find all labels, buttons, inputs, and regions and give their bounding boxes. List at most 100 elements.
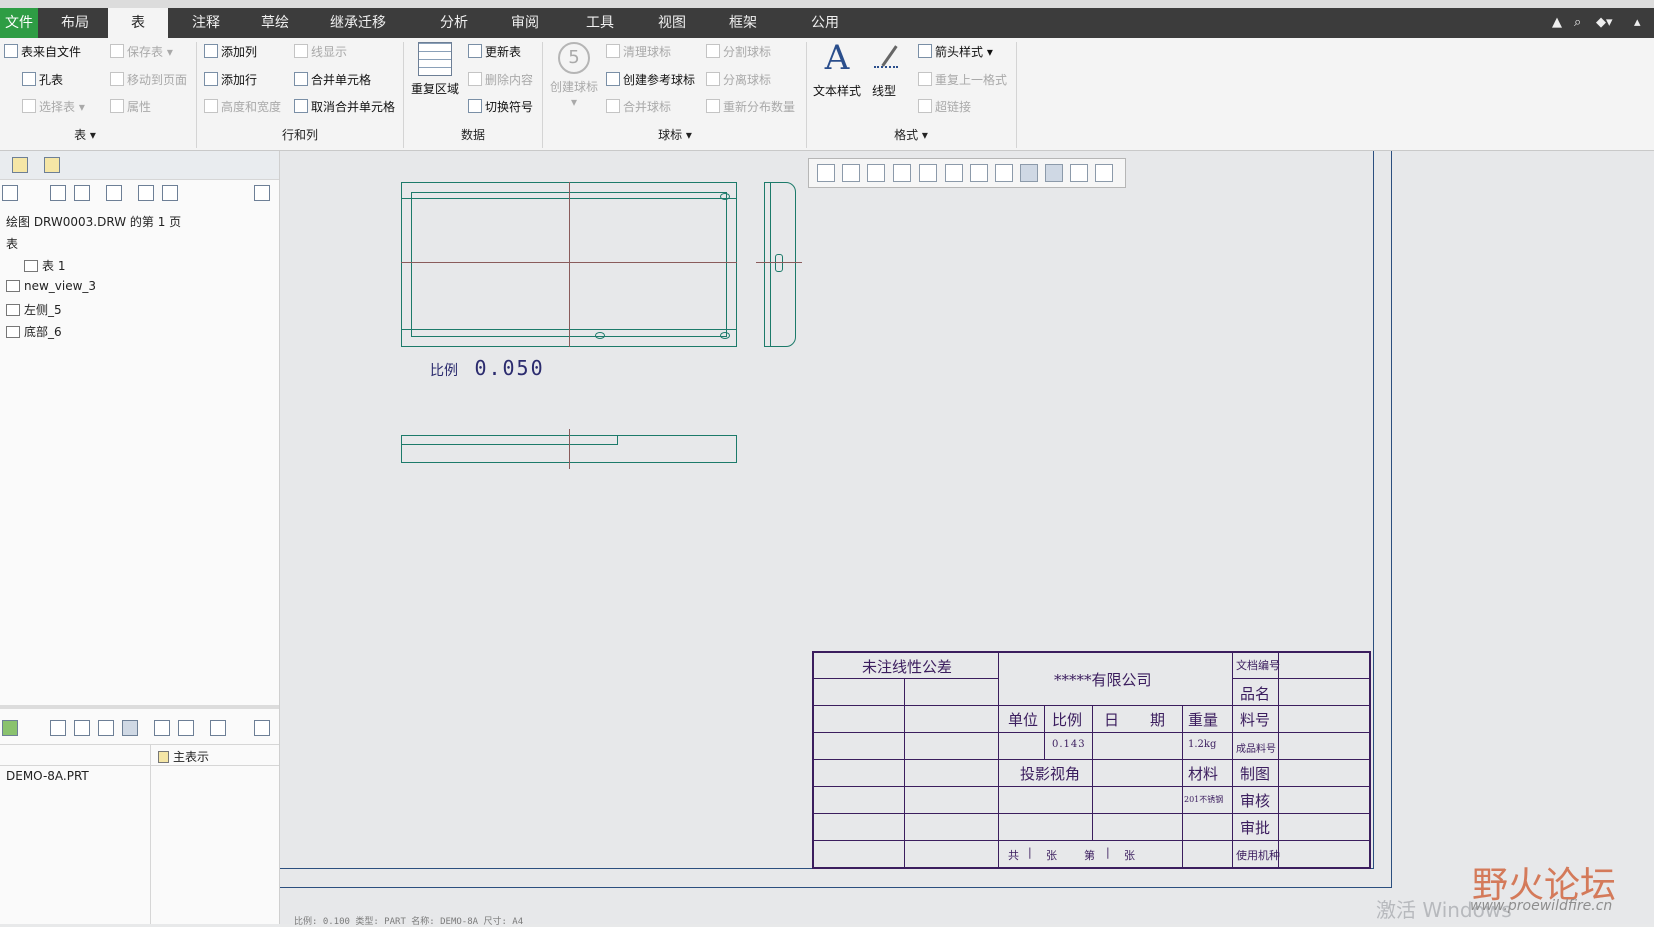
tree-item-tables[interactable]: 表	[6, 235, 18, 252]
forum-url: www.proewildfire.cn	[1470, 898, 1613, 914]
collapse-tree-icon[interactable]	[98, 720, 114, 736]
height-width-button[interactable]: 高度和宽度	[204, 97, 281, 117]
model-tree-item[interactable]: DEMO-8A.PRT	[6, 769, 89, 783]
group-label-balloon[interactable]: 球标 ▾	[650, 126, 700, 143]
model-column-header[interactable]: 主表示	[158, 748, 209, 765]
divider	[0, 744, 279, 745]
merge-balloons-icon	[606, 99, 620, 113]
tab-legacy-migration[interactable]: 继承迁移	[318, 8, 398, 38]
ribbon-tab-bar: 文件 布局 表 注释 草绘 继承迁移 分析 审阅 工具 视图 框架 公用 ▲ ⌕…	[0, 8, 1654, 38]
layers-icon[interactable]	[210, 720, 226, 736]
split-balloon-button[interactable]: 分割球标	[706, 42, 771, 62]
select-table-button[interactable]: 选择表 ▾	[22, 97, 85, 117]
repeat-region-icon	[418, 42, 452, 76]
table-view-icon[interactable]	[178, 720, 194, 736]
save-table-button[interactable]: 保存表 ▾	[110, 42, 173, 62]
drawing-tree-root[interactable]: 绘图 DRW0003.DRW 的第 1 页	[6, 213, 181, 230]
tree-item-left-5[interactable]: 左侧_5	[6, 301, 62, 318]
collapse-ribbon-icon[interactable]: ▲	[1552, 8, 1562, 38]
show-icon[interactable]	[50, 720, 66, 736]
points-display-icon[interactable]	[1070, 164, 1088, 182]
move-to-page-button[interactable]: 移动到页面	[110, 70, 187, 90]
folder-browser-tab-icon[interactable]	[44, 157, 60, 173]
sheet-no-label: 第	[1084, 849, 1095, 862]
add-row-button[interactable]: 添加行	[204, 70, 257, 90]
group-label-format[interactable]: 格式 ▾	[888, 126, 934, 143]
detach-balloon-button[interactable]: 分离球标	[706, 70, 771, 90]
axes-display-icon[interactable]	[1045, 164, 1063, 182]
line-style-button[interactable]: 线型	[864, 40, 904, 99]
tab-annotate[interactable]: 注释	[176, 8, 236, 38]
hole-table-button[interactable]: 孔表	[22, 70, 63, 90]
layer-tree-tab-icon[interactable]	[12, 157, 28, 173]
expand-tree-icon[interactable]	[50, 185, 66, 201]
repeat-region-button[interactable]: 重复区域	[408, 42, 462, 97]
tab-review[interactable]: 审阅	[495, 8, 555, 38]
tab-common[interactable]: 公用	[795, 8, 855, 38]
tree-item-view-3[interactable]: new_view_3	[6, 279, 96, 293]
create-balloon-button[interactable]: 5 创建球标 ▾	[546, 42, 602, 109]
projection-label: 投影视角	[1020, 765, 1081, 783]
merge-cells-button[interactable]: 合并单元格	[294, 70, 371, 90]
expand-tree-icon[interactable]	[74, 720, 90, 736]
help-icon[interactable]: ◆▾	[1596, 8, 1613, 38]
date-label-a: 日	[1104, 711, 1120, 729]
planes-display-icon[interactable]	[1020, 164, 1038, 182]
layers-icon[interactable]	[162, 185, 178, 201]
csys-display-icon[interactable]	[1095, 164, 1113, 182]
line-display-button[interactable]: 线显示	[294, 42, 347, 62]
properties-button[interactable]: 属性	[110, 97, 151, 117]
shading-icon[interactable]	[919, 164, 937, 182]
merge-balloons-button[interactable]: 合并球标	[606, 97, 671, 117]
tab-analysis[interactable]: 分析	[424, 8, 484, 38]
notes-icon[interactable]	[254, 185, 270, 201]
unmerge-cells-button[interactable]: 取消合并单元格	[294, 97, 395, 117]
filter-icon[interactable]	[154, 720, 170, 736]
repeat-last-format-button[interactable]: 重复上一格式	[918, 70, 1007, 90]
zoom-in-icon[interactable]	[842, 164, 860, 182]
settings-icon[interactable]	[138, 185, 154, 201]
tree-item-bottom-6[interactable]: 底部_6	[6, 323, 62, 340]
text-style-button[interactable]: A 文本样式	[810, 40, 864, 99]
switch-symbol-button[interactable]: 切换符号	[468, 97, 533, 117]
table-from-file-button[interactable]: 表来自文件	[4, 42, 81, 62]
clean-balloons-button[interactable]: 清理球标	[606, 42, 671, 62]
orient-icon[interactable]	[970, 164, 988, 182]
columns-icon[interactable]	[122, 720, 138, 736]
material-value: 201不锈钢	[1184, 795, 1224, 804]
delete-content-button[interactable]: 删除内容	[468, 70, 533, 90]
tab-view[interactable]: 视图	[642, 8, 702, 38]
redistribute-qty-button[interactable]: 重新分布数量	[706, 97, 795, 117]
show-table-icon[interactable]	[106, 185, 122, 201]
company-name: *****有限公司	[1054, 671, 1152, 689]
zoom-out-icon[interactable]	[867, 164, 885, 182]
collapse-tree-icon[interactable]	[74, 185, 90, 201]
search-icon[interactable]: ⌕	[1574, 8, 1581, 38]
add-column-button[interactable]: 添加列	[204, 42, 257, 62]
panel-splitter[interactable]	[0, 705, 279, 709]
model-tree-icon[interactable]	[2, 720, 18, 736]
tab-layout[interactable]: 布局	[45, 8, 105, 38]
update-table-button[interactable]: 更新表	[468, 42, 521, 62]
repaint-icon[interactable]	[893, 164, 911, 182]
notes-icon[interactable]	[254, 720, 270, 736]
tab-table[interactable]: 表	[108, 8, 168, 38]
tab-sketch[interactable]: 草绘	[245, 8, 305, 38]
arrow-style-button[interactable]: 箭头样式 ▾	[918, 42, 993, 62]
title-block[interactable]: 未注线性公差 *****有限公司 文档编号 品名 单位 比例 日 期 重量 料号…	[812, 651, 1371, 869]
tab-file[interactable]: 文件	[0, 8, 38, 38]
options-icon[interactable]: ▴	[1634, 8, 1641, 38]
drawing-tree-icon[interactable]	[2, 185, 18, 201]
refit-icon[interactable]	[817, 164, 835, 182]
add-row-icon	[204, 72, 218, 86]
repeat-format-icon	[918, 72, 932, 86]
datum-display-icon[interactable]	[995, 164, 1013, 182]
display-style-icon[interactable]	[945, 164, 963, 182]
group-label-table[interactable]: 表 ▾	[60, 126, 110, 143]
tab-tools[interactable]: 工具	[570, 8, 630, 38]
create-ref-balloon-button[interactable]: 创建参考球标	[606, 70, 695, 90]
weight-value: 1.2kg	[1188, 739, 1217, 750]
hyperlink-button[interactable]: 超链接	[918, 97, 971, 117]
tab-frame[interactable]: 框架	[713, 8, 773, 38]
tree-item-table-1[interactable]: 表 1	[24, 257, 65, 274]
